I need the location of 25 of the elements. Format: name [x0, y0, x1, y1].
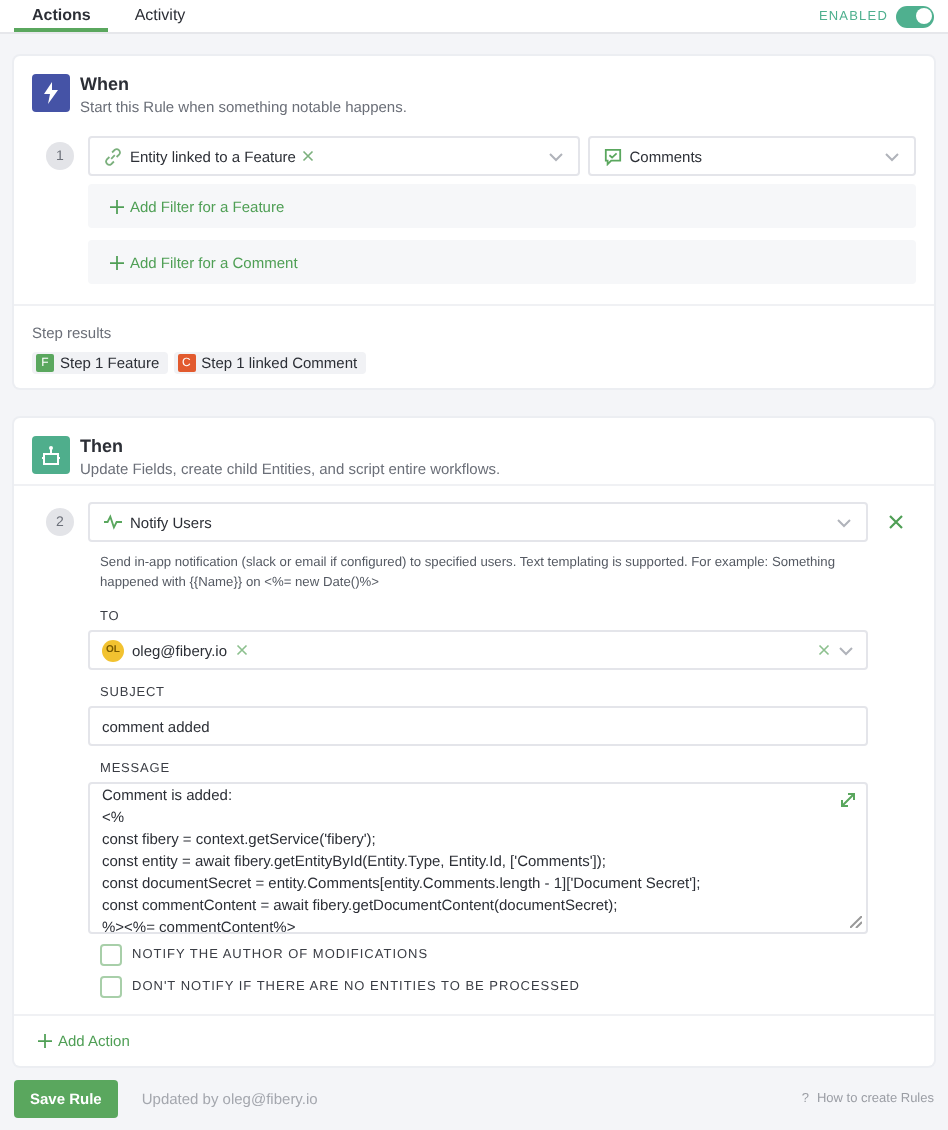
- checkbox[interactable]: [100, 976, 122, 999]
- enabled-switch[interactable]: [896, 5, 934, 28]
- close-icon[interactable]: [301, 149, 314, 162]
- close-icon[interactable]: [888, 514, 904, 531]
- comment-icon: [603, 147, 622, 166]
- plus-icon: [110, 255, 124, 270]
- tab[interactable]: Actions: [14, 0, 109, 33]
- link-icon: [104, 147, 122, 166]
- expand-icon[interactable]: [840, 792, 856, 809]
- pulse-icon: [104, 514, 122, 531]
- plus-icon: [38, 1034, 52, 1049]
- chevron-down-icon[interactable]: [547, 151, 564, 162]
- close-icon[interactable]: [818, 644, 830, 657]
- chevron-down-icon[interactable]: [836, 517, 852, 528]
- plus-icon: [110, 199, 124, 214]
- checkbox[interactable]: [100, 944, 122, 967]
- chevron-down-icon[interactable]: [884, 151, 900, 162]
- robot-icon: [32, 436, 70, 475]
- resize-handle-icon[interactable]: [850, 916, 862, 929]
- lightning-icon: [32, 74, 70, 113]
- chevron-down-icon[interactable]: [838, 645, 854, 656]
- tab[interactable]: Activity: [116, 0, 204, 33]
- section-title: When: [80, 74, 131, 95]
- close-icon[interactable]: [235, 644, 247, 657]
- section-title: Then: [80, 436, 125, 457]
